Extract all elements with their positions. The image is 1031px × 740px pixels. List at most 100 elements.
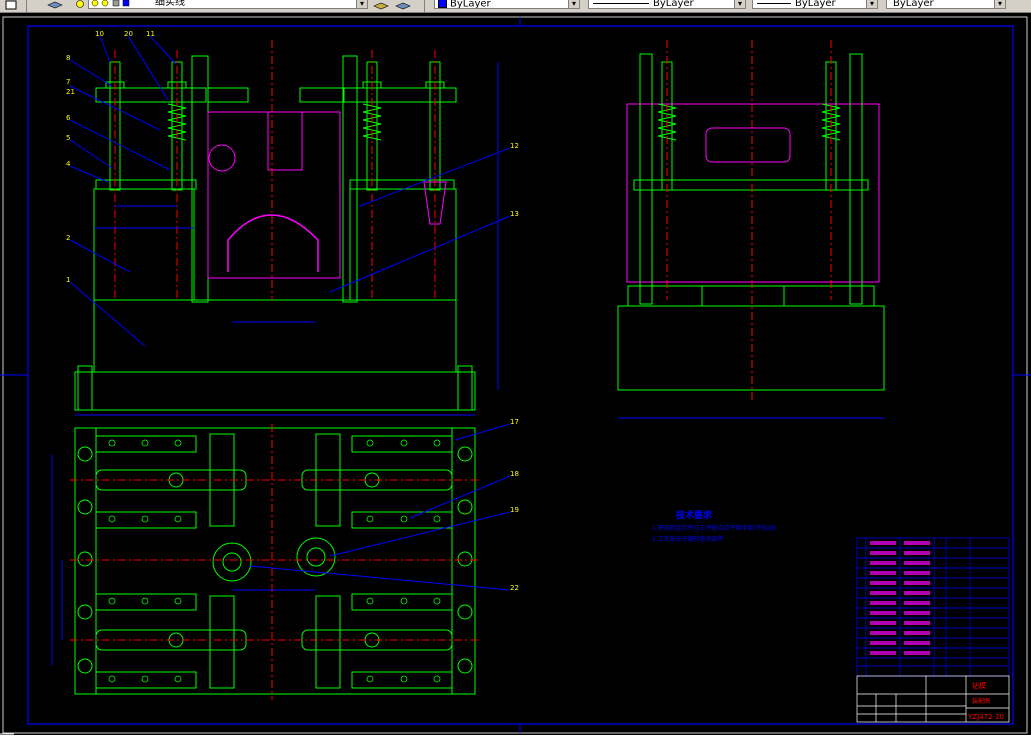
hole	[366, 675, 374, 683]
color-dropdown[interactable]: ByLayer ▾	[434, 0, 580, 9]
chevron-down-icon[interactable]: ▾	[356, 0, 367, 8]
tech-req-item: 2.工作前应仔细检查各部件	[652, 535, 724, 543]
anchor-bolt	[77, 365, 93, 411]
part-number-label: 20	[124, 30, 133, 38]
chevron-down-icon[interactable]: ▾	[994, 0, 1005, 8]
layer-manager-icon[interactable]	[4, 0, 20, 10]
hole	[433, 439, 441, 447]
part-number-label: 17	[510, 418, 519, 426]
clamp-arm	[207, 87, 249, 103]
linetype-dropdown[interactable]: ByLayer ▾	[588, 0, 746, 9]
leader-line	[69, 59, 113, 87]
anchor-bolt	[457, 365, 473, 411]
hole	[433, 515, 441, 523]
hole	[141, 597, 149, 605]
hole	[400, 675, 408, 683]
base-bottom	[74, 371, 476, 411]
lineweight-dropdown[interactable]: ByLayer ▾	[752, 0, 878, 9]
chevron-down-icon[interactable]: ▾	[734, 0, 745, 8]
plotstyle-value: ByLayer	[893, 0, 934, 9]
layer-dropdown[interactable]: 细实线 ▾	[88, 0, 368, 9]
hole	[108, 515, 116, 523]
part-number-label: 22	[510, 584, 519, 592]
hole	[366, 439, 374, 447]
workpiece-pocket	[267, 111, 303, 171]
hole	[400, 597, 408, 605]
side-pillar	[639, 53, 653, 305]
hole	[141, 439, 149, 447]
side-view	[617, 40, 885, 419]
leader-line	[329, 511, 511, 557]
top-view: 17 18 19 22	[51, 418, 519, 700]
tech-req-title: 技术要求	[676, 509, 713, 521]
bolt-head	[77, 658, 93, 674]
locating-pin	[306, 547, 326, 567]
leader-line	[69, 165, 109, 183]
hole	[108, 597, 116, 605]
part-number-label: 1	[66, 276, 70, 284]
leader-line	[454, 423, 511, 441]
part-number-label: 7	[66, 78, 70, 86]
hole	[174, 675, 182, 683]
part-number-label: 18	[510, 470, 519, 478]
lightbulb-icon[interactable]	[72, 0, 88, 10]
hole	[433, 675, 441, 683]
bolt-head	[77, 551, 93, 567]
front-view: 10 20 11 8 7 21 6 5 4 2 1 12 13	[66, 30, 519, 416]
sheet-border	[2, 16, 1028, 734]
part-number-label: 2	[66, 234, 70, 242]
hole	[141, 515, 149, 523]
hole	[108, 675, 116, 683]
leader-line	[69, 281, 146, 347]
title-block-name: 钻模	[972, 681, 986, 690]
leader-line	[127, 35, 169, 101]
bolt-head	[77, 446, 93, 462]
part-number-label: 11	[146, 30, 155, 38]
side-workpiece-window	[705, 127, 791, 163]
top-inner-plate	[95, 427, 453, 695]
locating-pin	[222, 552, 242, 572]
leader-line	[149, 35, 177, 65]
layer-state-icon[interactable]	[46, 0, 64, 10]
workpiece-bore	[227, 214, 319, 272]
bolt-head	[77, 499, 93, 515]
drawing-canvas[interactable]: 10 20 11 8 7 21 6 5 4 2 1 12 13 17 18 19…	[0, 12, 1031, 735]
hole	[433, 597, 441, 605]
plotstyle-dropdown[interactable]: ByLayer ▾	[886, 0, 1006, 9]
locating-pin-plate	[296, 537, 336, 577]
make-current-layer-icon[interactable]	[372, 0, 390, 10]
chevron-down-icon[interactable]: ▾	[866, 0, 877, 8]
linetype-value: ByLayer	[653, 0, 694, 9]
bolt-head	[457, 551, 473, 567]
top-clamp-plate	[343, 87, 457, 103]
layer-previous-icon[interactable]	[394, 0, 412, 10]
leader-line	[99, 35, 111, 63]
parts-list-table	[856, 537, 1010, 677]
support-block	[209, 595, 235, 689]
bolt-head	[457, 604, 473, 620]
part-number-label: 12	[510, 142, 519, 150]
hole	[400, 515, 408, 523]
drawing-frame	[27, 25, 1014, 725]
part-number-label: 5	[66, 134, 70, 142]
hole	[366, 597, 374, 605]
bolt-head	[457, 446, 473, 462]
lower-bar	[349, 179, 455, 190]
base-plate	[93, 299, 457, 373]
chevron-down-icon[interactable]: ▾	[568, 0, 579, 8]
lower-bar	[95, 179, 197, 190]
part-number-label: 10	[95, 30, 104, 38]
hole	[108, 439, 116, 447]
hole	[174, 597, 182, 605]
side-base-top	[627, 285, 875, 307]
locating-pin-plate	[212, 542, 252, 582]
right-support-block	[349, 188, 457, 301]
drawing-number: YZJ472-20	[967, 713, 1004, 721]
top-base-plate	[74, 427, 476, 695]
leader-line	[69, 239, 131, 273]
part-number-label: 6	[66, 114, 71, 122]
side-clamp	[701, 285, 785, 307]
leader-line	[249, 565, 511, 591]
bolt-head	[457, 499, 473, 515]
bolt-head	[77, 604, 93, 620]
